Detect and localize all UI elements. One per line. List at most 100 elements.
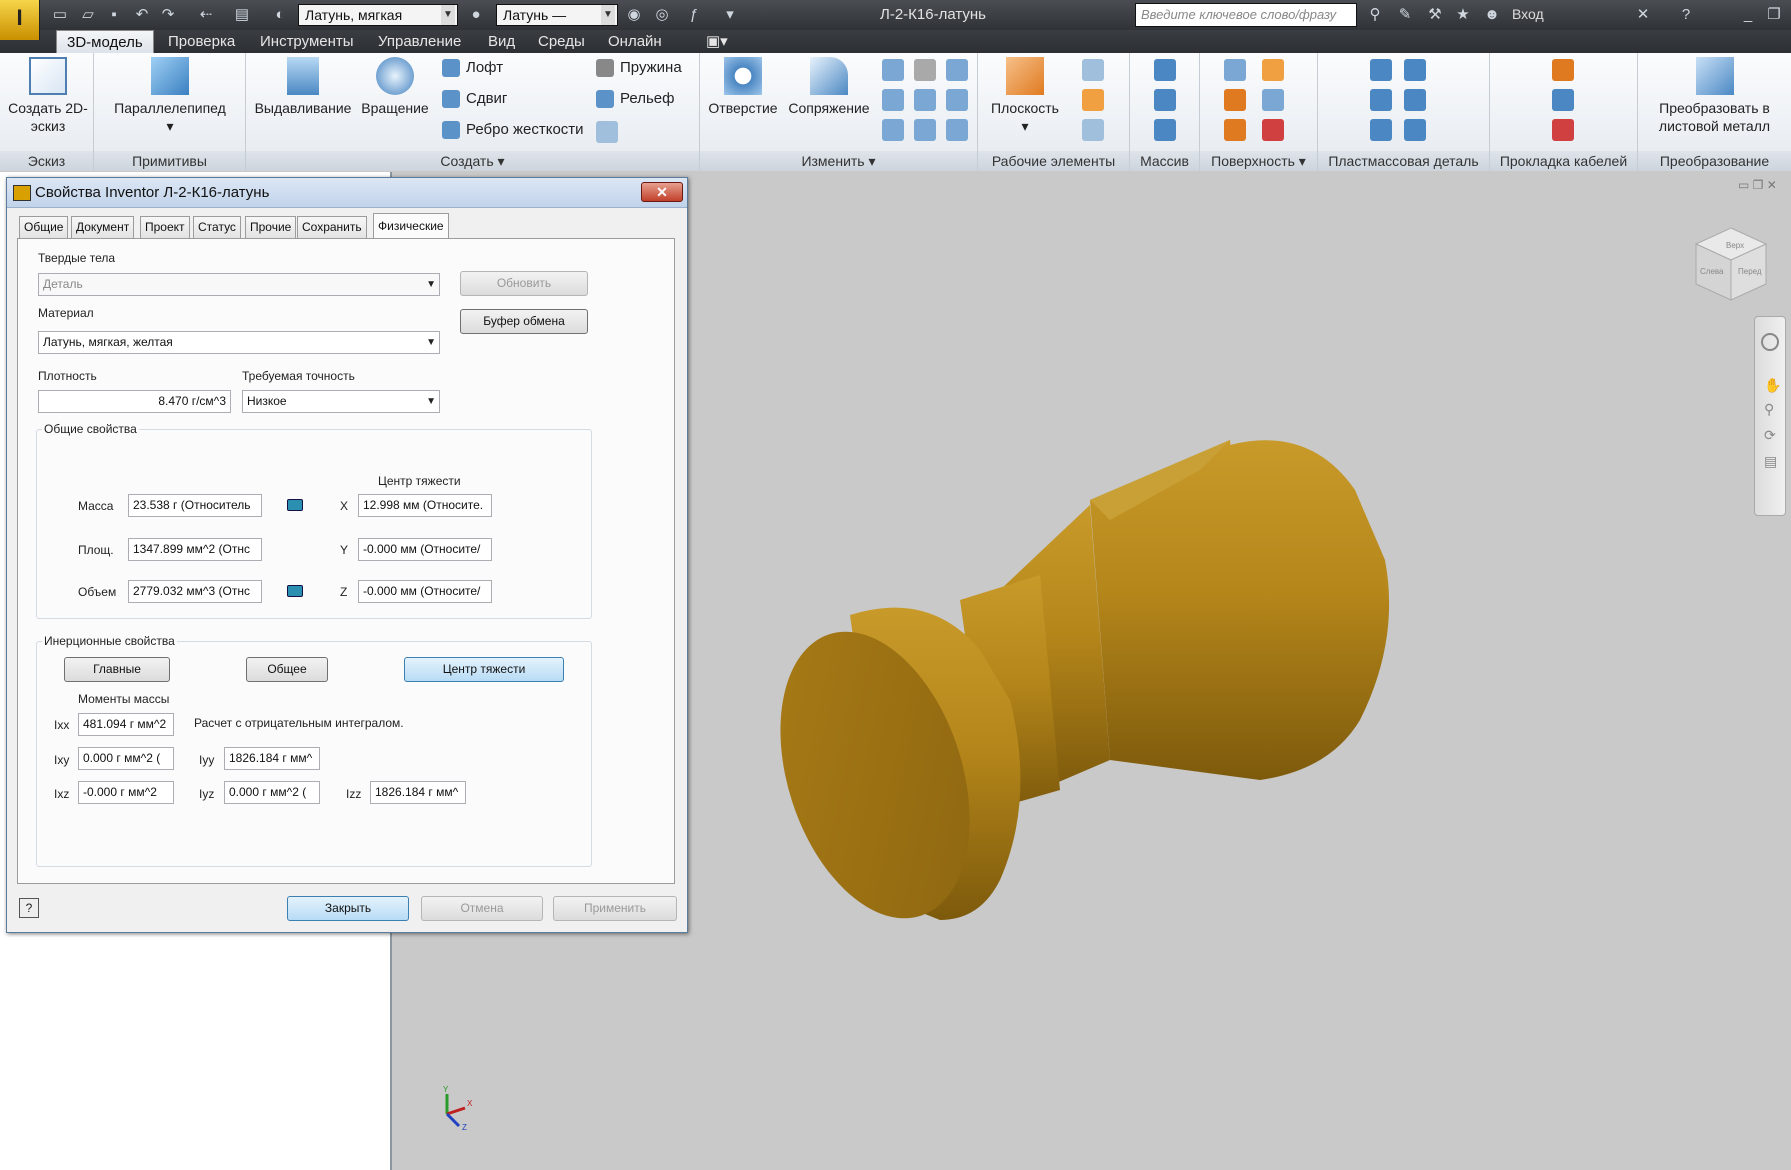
appearance-combo[interactable]: Латунь — ▼ [496,4,618,26]
zoom-icon[interactable]: ⚲ [1764,401,1774,418]
camera-icon[interactable]: ▣▾ [696,30,738,53]
help-icon[interactable]: ? [1676,5,1696,25]
snap-fit-icon[interactable] [1404,89,1426,111]
stitch-icon[interactable] [1224,59,1246,81]
update-icon[interactable]: ◐ [270,5,290,25]
move-face-icon[interactable] [946,89,968,111]
volume-calculator-icon[interactable] [287,585,303,597]
clear-appearance-icon[interactable]: ◎ [652,5,672,25]
iyy-field[interactable]: 1826.184 г мм^ [224,747,320,770]
patch-icon[interactable] [1262,59,1284,81]
area-field[interactable]: 1347.899 мм^2 (Отнс [128,538,262,561]
favorites-icon[interactable]: ★ [1453,5,1473,25]
tab-tools[interactable]: Инструменты [250,30,364,53]
look-at-icon[interactable]: ▤ [1764,453,1777,470]
volume-field[interactable]: 2779.032 мм^3 (Отнс [128,580,262,603]
tab-custom[interactable]: Прочие [245,216,297,238]
tab-project[interactable]: Проект [140,216,190,238]
exchange-icon[interactable]: ✕ [1633,5,1653,25]
orbit-icon[interactable]: ⟳ [1764,427,1776,444]
return-icon[interactable]: ⇠ [196,5,216,25]
harness-icon[interactable] [1552,59,1574,81]
save-icon[interactable]: ▪ [104,5,124,25]
combine-icon[interactable] [914,89,936,111]
global-button[interactable]: Общее [246,657,328,682]
open-file-icon[interactable]: ▱ [78,5,98,25]
sign-in-link[interactable]: Вход [1512,6,1544,22]
rib-button[interactable]: Ребро жесткости [442,119,584,141]
replace-face-icon[interactable] [1224,119,1246,141]
fillet-button[interactable]: Сопряжение [784,57,874,117]
new-file-icon[interactable]: ▭ [50,5,70,25]
revolve-button[interactable]: Вращение [358,57,432,117]
adjust-appearance-icon[interactable]: ◉ [624,5,644,25]
trim-icon[interactable] [1262,89,1284,111]
steering-wheel-icon[interactable] [1761,333,1779,351]
rule-fillet-icon[interactable] [1370,119,1392,141]
emboss-button[interactable]: Рельеф [596,88,674,110]
delete-face-icon[interactable] [946,119,968,141]
ucs-icon[interactable] [1082,119,1104,141]
sweep-button[interactable]: Сдвиг [442,88,507,110]
minimize-icon[interactable]: _ [1738,5,1758,25]
material-combo[interactable]: Латунь, мягкая ▼ [298,4,458,26]
mirror-icon[interactable] [1154,119,1176,141]
tab-manage[interactable]: Управление [368,30,471,53]
wrench-icon[interactable]: ✎ [1395,5,1415,25]
tab-3d-model[interactable]: 3D-модель [56,30,154,53]
cog-y-field[interactable]: -0.000 мм (Относите/ [358,538,492,561]
close-button[interactable]: Закрыть [287,896,409,921]
center-of-gravity-button[interactable]: Центр тяжести [404,657,564,682]
mass-calculator-icon[interactable] [287,499,303,511]
extrude-button[interactable]: Выдавливание [250,57,356,117]
derive-icon[interactable] [596,121,618,143]
tab-online[interactable]: Онлайн [598,30,672,53]
search-input[interactable]: Введите ключевое слово/фразу [1135,3,1357,27]
rest-icon[interactable] [1370,89,1392,111]
izz-field[interactable]: 1826.184 г мм^ [370,781,466,804]
mass-field[interactable]: 23.538 г (Относитель [128,494,262,517]
application-menu-button[interactable]: I [0,0,40,40]
material-dropdown[interactable]: Латунь, мягкая, желтая ▼ [38,331,440,354]
convert-to-sheet-metal-button[interactable]: Преобразовать в листовой металл [1642,57,1787,135]
plane-button[interactable]: Плоскость ▾ [984,57,1066,135]
loft-button[interactable]: Лофт [442,57,503,79]
viewport-window-controls[interactable]: ▭ ❐ ✕ [1738,178,1777,192]
tab-physical[interactable]: Физические [373,213,449,239]
redo-icon[interactable]: ↷ [158,5,178,25]
principal-button[interactable]: Главные [64,657,170,682]
hole-button[interactable]: Отверстие [704,57,782,117]
chamfer-icon[interactable] [882,59,904,81]
split-icon[interactable] [946,59,968,81]
iyz-field[interactable]: 0.000 г мм^2 ( [224,781,320,804]
ixz-field[interactable]: -0.000 г мм^2 [78,781,174,804]
point-icon[interactable] [1082,89,1104,111]
tab-general[interactable]: Общие [19,216,69,238]
user-icon[interactable]: ☻ [1482,5,1502,25]
apply-button[interactable]: Применить [553,896,677,921]
sculpt-icon[interactable] [1224,89,1246,111]
coil-button[interactable]: Пружина [596,57,682,79]
customize-toolbar-icon[interactable]: ▾ [720,5,740,25]
cancel-button[interactable]: Отмена [421,896,543,921]
ixy-field[interactable]: 0.000 г мм^2 ( [78,747,174,770]
tab-status[interactable]: Статус [193,216,241,238]
delete-surface-icon[interactable] [1262,119,1284,141]
solids-dropdown[interactable]: Деталь ▼ [38,273,440,296]
cable-icon[interactable] [1552,89,1574,111]
tab-summary[interactable]: Документ [71,216,135,238]
undo-icon[interactable]: ↶ [132,5,152,25]
project-icon[interactable]: ▤ [232,5,252,25]
tools-icon[interactable]: ⚒ [1425,5,1445,25]
axis-icon[interactable] [1082,59,1104,81]
segment-icon[interactable] [1552,119,1574,141]
grill-icon[interactable] [1370,59,1392,81]
tab-environments[interactable]: Среды [528,30,595,53]
cog-z-field[interactable]: -0.000 мм (Относите/ [358,580,492,603]
shell-icon[interactable] [882,89,904,111]
thicken-icon[interactable] [914,119,936,141]
parameters-icon[interactable]: ƒ [684,5,704,25]
circular-pattern-icon[interactable] [1154,89,1176,111]
lip-icon[interactable] [1404,119,1426,141]
help-icon[interactable]: ? [19,898,39,918]
